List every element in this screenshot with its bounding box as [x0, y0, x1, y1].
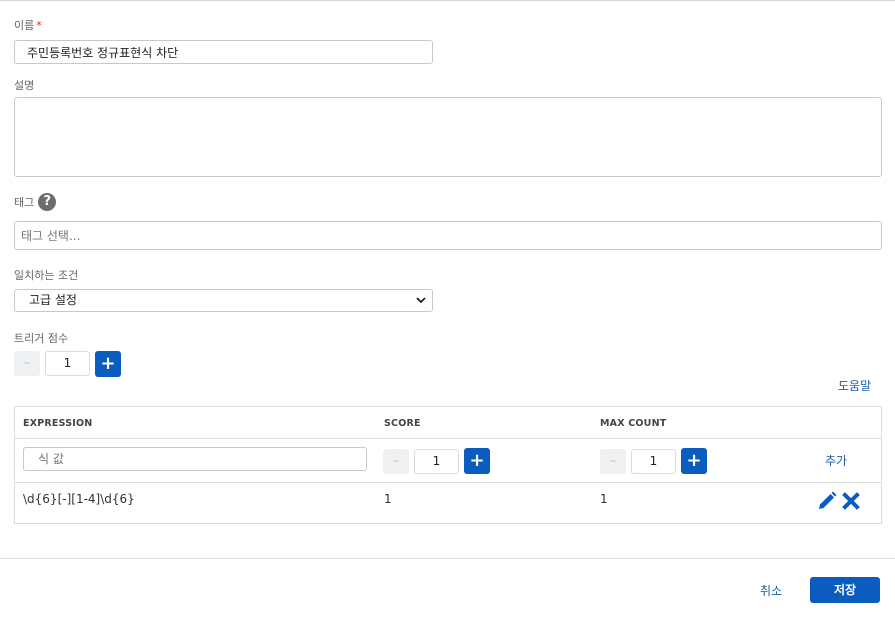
header-expression: EXPRESSION: [23, 418, 93, 429]
row-score: 1: [384, 492, 392, 506]
match-condition-select[interactable]: 고급 설정: [14, 289, 433, 312]
score-decrement-button[interactable]: –: [383, 449, 409, 474]
description-label: 설명: [14, 79, 35, 92]
name-input[interactable]: [14, 40, 433, 64]
trigger-score-decrement-button[interactable]: –: [14, 351, 40, 376]
close-icon[interactable]: [842, 492, 860, 510]
help-icon[interactable]: ?: [38, 193, 57, 211]
max-count-input[interactable]: 1: [631, 449, 676, 474]
max-count-increment-button[interactable]: +: [681, 448, 707, 474]
max-count-decrement-button[interactable]: –: [600, 449, 626, 474]
match-condition-value: 고급 설정: [29, 293, 77, 307]
header-divider: [15, 438, 881, 439]
tags-input[interactable]: [14, 221, 882, 250]
score-input[interactable]: 1: [414, 449, 459, 474]
expression-table: EXPRESSION SCORE MAX COUNT – 1 + – 1 + 추…: [14, 406, 882, 524]
pencil-icon[interactable]: [817, 491, 837, 511]
header-max-count: MAX COUNT: [600, 418, 667, 429]
add-expression-button[interactable]: 추가: [825, 452, 847, 469]
top-border: [0, 0, 895, 1]
chevron-down-icon: [416, 297, 426, 304]
row-max-count: 1: [600, 492, 608, 506]
tags-label-text: 태그: [14, 196, 35, 209]
name-label: 이름 *: [14, 17, 42, 33]
required-mark: *: [36, 19, 42, 32]
tags-label: 태그?: [14, 193, 57, 211]
cancel-button[interactable]: 취소: [760, 582, 782, 599]
trigger-score-label: 트리거 점수: [14, 332, 69, 345]
name-label-text: 이름: [14, 19, 35, 32]
save-button[interactable]: 저장: [810, 577, 880, 603]
help-link[interactable]: 도움말: [838, 377, 871, 394]
trigger-score-increment-button[interactable]: +: [95, 351, 121, 377]
expression-input[interactable]: [23, 447, 367, 471]
footer-divider: [0, 558, 895, 559]
description-textarea[interactable]: [14, 97, 882, 177]
trigger-score-input[interactable]: 1: [45, 351, 90, 376]
row-divider: [15, 482, 881, 483]
match-condition-label: 일치하는 조건: [14, 269, 79, 282]
header-score: SCORE: [384, 418, 421, 429]
row-expression: \d{6}[-][1-4]\d{6}: [23, 492, 135, 506]
score-increment-button[interactable]: +: [464, 448, 490, 474]
